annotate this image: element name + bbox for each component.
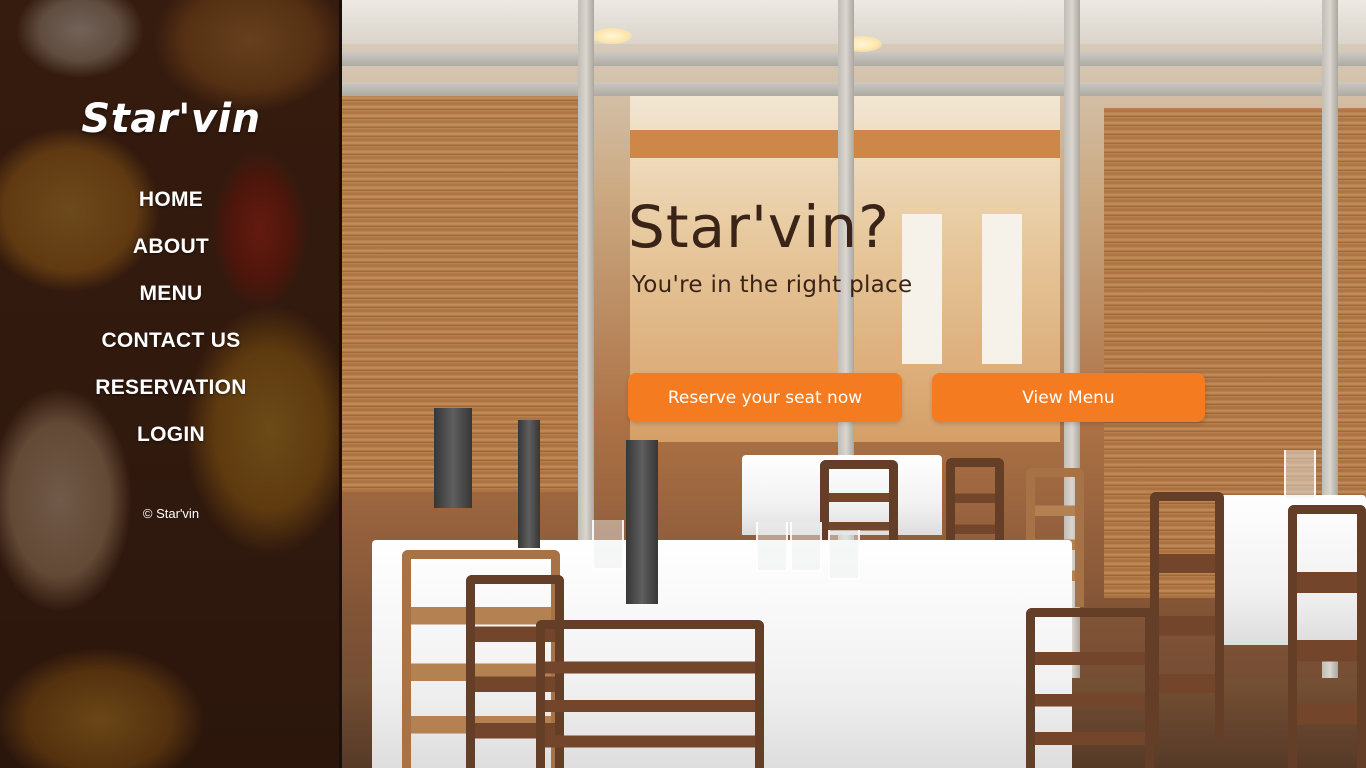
copyright-text: © Star'vin: [142, 506, 200, 521]
hero-text: Star'vin? You're in the right place: [628, 193, 913, 298]
hero-actions: Reserve your seat now View Menu: [628, 373, 1205, 422]
sidebar: Star'vin HOME ABOUT MENU CONTACT US RESE…: [0, 0, 342, 768]
sidebar-content: Star'vin HOME ABOUT MENU CONTACT US RESE…: [0, 0, 342, 521]
nav-item-about[interactable]: ABOUT: [133, 223, 209, 270]
nav-item-login[interactable]: LOGIN: [137, 411, 205, 458]
nav-item-menu[interactable]: MENU: [139, 270, 202, 317]
hero-subtitle: You're in the right place: [632, 271, 913, 298]
brand-logo[interactable]: Star'vin: [81, 96, 260, 142]
main-nav: HOME ABOUT MENU CONTACT US RESERVATION L…: [95, 176, 247, 458]
view-menu-button[interactable]: View Menu: [932, 373, 1205, 422]
nav-item-contact-us[interactable]: CONTACT US: [101, 317, 240, 364]
hero-section: Star'vin? You're in the right place Rese…: [342, 0, 1366, 768]
page: Star'vin HOME ABOUT MENU CONTACT US RESE…: [0, 0, 1366, 768]
nav-item-home[interactable]: HOME: [139, 176, 203, 223]
sidebar-divider: [339, 0, 342, 768]
hero-title: Star'vin?: [628, 193, 890, 261]
nav-item-reservation[interactable]: RESERVATION: [95, 364, 247, 411]
reserve-seat-button[interactable]: Reserve your seat now: [628, 373, 902, 422]
